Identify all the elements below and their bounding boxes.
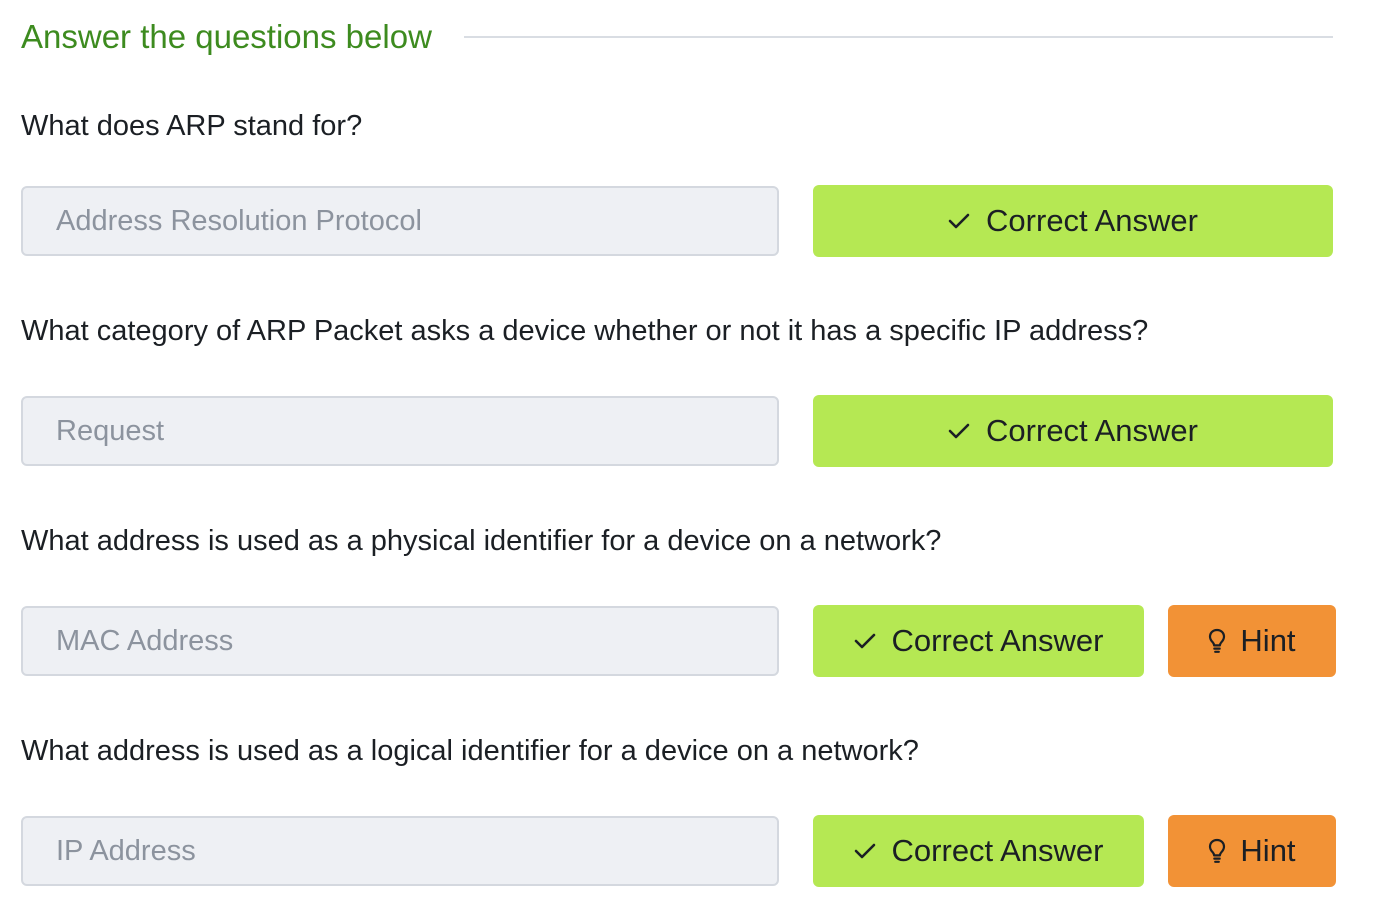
check-icon	[854, 632, 876, 650]
check-icon	[948, 212, 970, 230]
question-4-answer-field[interactable]: IP Address	[21, 816, 779, 886]
correct-answer-label: Correct Answer	[986, 203, 1198, 238]
question-1-text: What does ARP stand for?	[21, 110, 363, 142]
question-1-answer-field[interactable]: Address Resolution Protocol	[21, 186, 779, 256]
hint-label: Hint	[1240, 623, 1296, 658]
question-1-answer-value: Address Resolution Protocol	[56, 204, 422, 237]
questions-panel: Answer the questions below What does ARP…	[0, 0, 1378, 902]
question-2-answer-value: Request	[56, 414, 165, 447]
section-header: Answer the questions below	[21, 14, 1333, 60]
question-3-answer-field[interactable]: MAC Address	[21, 606, 779, 676]
question-1-correct-answer-button[interactable]: Correct Answer	[813, 185, 1333, 257]
hint-label: Hint	[1240, 833, 1296, 868]
question-3-answer-value: MAC Address	[56, 624, 234, 657]
question-2-text: What category of ARP Packet asks a devic…	[21, 315, 1149, 347]
section-title: Answer the questions below	[21, 18, 432, 55]
question-4-correct-answer-button[interactable]: Correct Answer	[813, 815, 1144, 887]
correct-answer-label: Correct Answer	[891, 623, 1104, 658]
question-3-text: What address is used as a physical ident…	[21, 525, 942, 557]
question-4-answer-value: IP Address	[56, 834, 196, 867]
check-icon	[948, 422, 970, 440]
correct-answer-label: Correct Answer	[891, 833, 1104, 868]
lightbulb-icon	[1208, 628, 1226, 654]
question-4-hint-button[interactable]: Hint	[1168, 815, 1336, 887]
question-3-correct-answer-button[interactable]: Correct Answer	[813, 605, 1144, 677]
question-4-text: What address is used as a logical identi…	[21, 735, 919, 767]
question-2-correct-answer-button[interactable]: Correct Answer	[813, 395, 1333, 467]
question-2-answer-field[interactable]: Request	[21, 396, 779, 466]
check-icon	[854, 842, 876, 860]
correct-answer-label: Correct Answer	[986, 413, 1198, 448]
lightbulb-icon	[1208, 838, 1226, 864]
header-divider	[463, 36, 1333, 38]
question-3-hint-button[interactable]: Hint	[1168, 605, 1336, 677]
